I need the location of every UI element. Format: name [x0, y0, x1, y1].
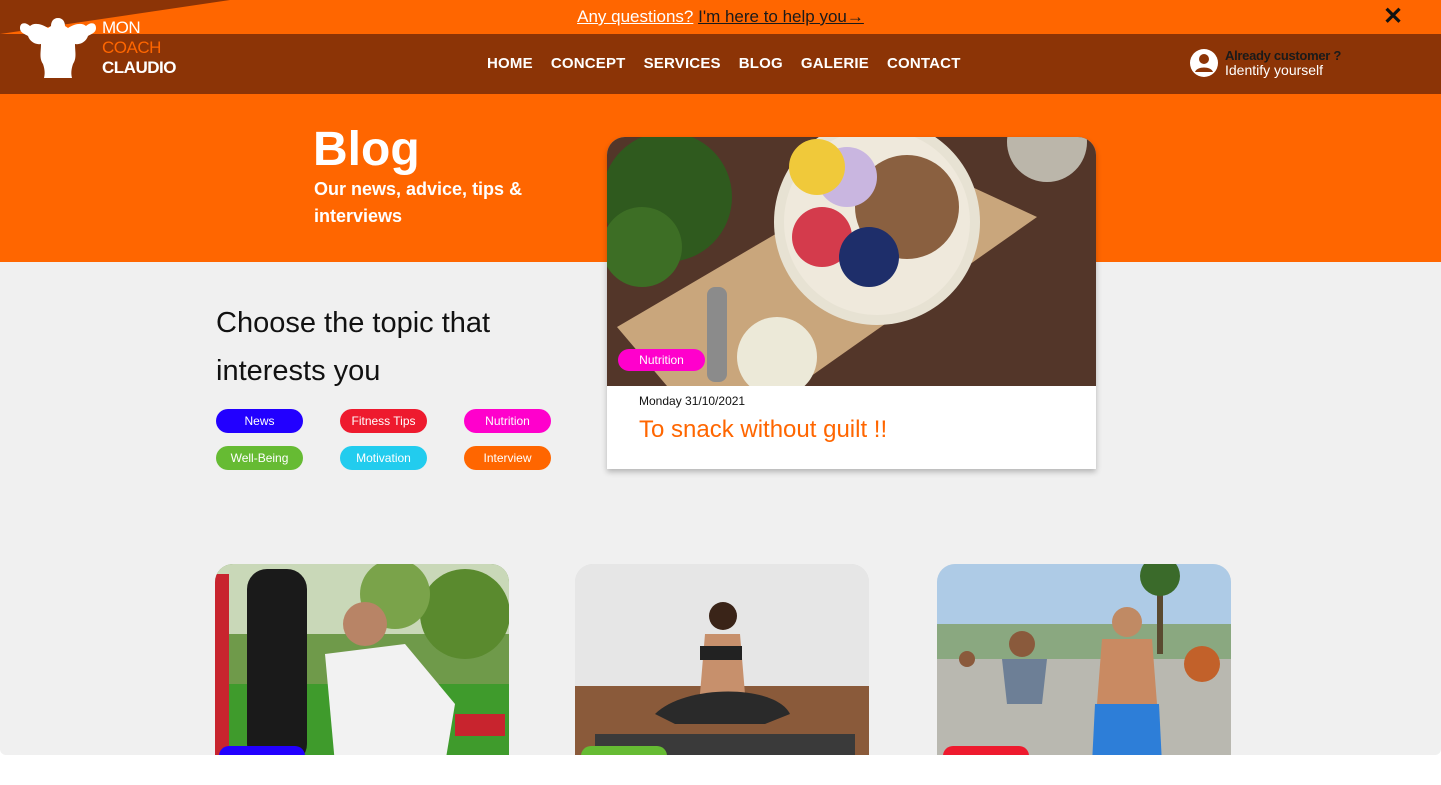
topic-pill-motivation[interactable]: Motivation: [340, 446, 427, 470]
topic-pill-interview[interactable]: Interview: [464, 446, 551, 470]
featured-article-title[interactable]: To snack without guilt !!: [639, 416, 887, 444]
topics-heading: Choose the topic that interests you: [216, 307, 491, 387]
user-circle-icon: [1190, 49, 1218, 77]
nav-item-galerie[interactable]: GALERIE: [801, 55, 869, 72]
page-frame: Any questions? I'm here to help you→ ✕ H…: [0, 0, 1441, 755]
topic-pill-nutrition[interactable]: Nutrition: [464, 409, 551, 433]
featured-article-card[interactable]: Nutrition Monday 31/10/2021 To snack wit…: [607, 137, 1096, 469]
account-link[interactable]: Identify yourself: [1225, 62, 1323, 78]
article-image-basketball: [937, 564, 1231, 755]
page-title: Blog: [313, 123, 420, 176]
questions-link[interactable]: Any questions?: [577, 7, 693, 26]
page-subtitle: Our news, advice, tips & interviews: [314, 179, 523, 226]
article-card[interactable]: [937, 564, 1231, 755]
topic-pill-news[interactable]: News: [216, 409, 303, 433]
bodybuilder-icon: [20, 18, 96, 78]
nav-item-home[interactable]: HOME: [487, 55, 533, 72]
page-bottom-strip: [0, 755, 1441, 785]
logo-text-coach: COACH: [102, 38, 161, 57]
article-image-boxing: [215, 564, 509, 755]
nav-item-contact[interactable]: CONTACT: [887, 55, 961, 72]
account-login[interactable]: Already customer ? Identify yourself: [1189, 48, 1389, 80]
nav-item-concept[interactable]: CONCEPT: [551, 55, 626, 72]
nav-item-services[interactable]: SERVICES: [644, 55, 721, 72]
featured-category-badge[interactable]: Nutrition: [618, 349, 705, 371]
article-card[interactable]: [215, 564, 509, 755]
article-image-yoga: [575, 564, 869, 755]
article-category-badge[interactable]: [219, 746, 305, 755]
site-logo[interactable]: MON COACH CLAUDIO: [18, 14, 176, 80]
topic-pill-fitness-tips[interactable]: Fitness Tips: [340, 409, 427, 433]
nav-menu: HOME CONCEPT SERVICES BLOG GALERIE CONTA…: [478, 55, 970, 72]
article-category-badge[interactable]: [581, 746, 667, 755]
nav-item-blog[interactable]: BLOG: [739, 55, 783, 72]
article-category-badge[interactable]: [943, 746, 1029, 755]
help-link[interactable]: I'm here to help you→: [698, 7, 864, 26]
topic-pill-well-being[interactable]: Well-Being: [216, 446, 303, 470]
featured-article-date: Monday 31/10/2021: [639, 394, 746, 408]
article-card[interactable]: [575, 564, 869, 755]
close-icon[interactable]: ✕: [1380, 4, 1406, 30]
logo-text-claudio: CLAUDIO: [102, 58, 176, 77]
account-prompt: Already customer ?: [1225, 48, 1341, 63]
logo-text-mon: MON: [102, 18, 141, 37]
main-navbar: HOME CONCEPT SERVICES BLOG GALERIE CONTA…: [0, 34, 1441, 94]
